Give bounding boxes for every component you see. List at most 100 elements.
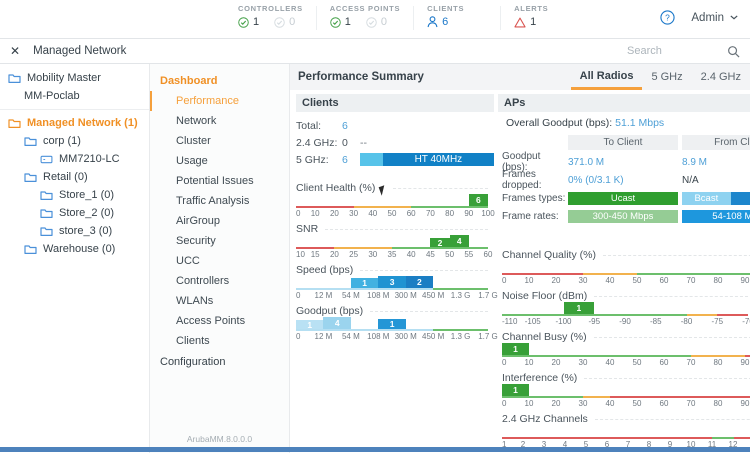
axis-segment xyxy=(296,329,433,331)
svg-text:?: ? xyxy=(666,13,671,23)
total-value: 6 xyxy=(342,120,360,132)
menu-item-controllers[interactable]: Controllers xyxy=(150,271,289,291)
title-leader-line xyxy=(603,255,750,256)
tick-label: 35 xyxy=(388,250,397,259)
folder-icon xyxy=(40,190,53,201)
tree-item-store-1-0[interactable]: Store_1 (0) xyxy=(0,186,149,204)
stat-value: 0 xyxy=(381,16,387,28)
tree-item-corp-1[interactable]: corp (1) xyxy=(0,132,149,150)
search-icon[interactable] xyxy=(727,45,740,58)
chart-title-text: Client Health (%) xyxy=(296,182,375,194)
menu-section-configuration[interactable]: Configuration xyxy=(150,352,289,372)
chart-axis-line xyxy=(502,273,750,275)
stat-alerts[interactable]: ALERTS1 xyxy=(514,4,574,28)
tree-item-mobility-master[interactable]: Mobility Master xyxy=(0,69,149,87)
tick-label: 10 xyxy=(525,358,534,367)
menu-item-usage[interactable]: Usage xyxy=(150,151,289,171)
menu-item-potential-issues[interactable]: Potential Issues xyxy=(150,171,289,191)
menu-item-cluster[interactable]: Cluster xyxy=(150,131,289,151)
stat-access-points[interactable]: ACCESS POINTS10 xyxy=(330,4,400,28)
tick-label: 0 xyxy=(296,291,300,300)
tick-label: 15 xyxy=(311,250,320,259)
tick-label: -95 xyxy=(588,317,600,326)
table-cell: Ucast xyxy=(568,192,678,205)
main-header: Performance Summary All Radios5 GHz2.4 G… xyxy=(290,64,750,90)
clients-panel: Clients Total: 6 2.4 GHz: 0 -- 5 GHz: 6 … xyxy=(290,94,498,453)
tree-item-warehouse-0[interactable]: Warehouse (0) xyxy=(0,240,149,258)
axis-segment xyxy=(502,314,687,316)
tick-label: 10 xyxy=(311,209,320,218)
stat-item-alert: 1 xyxy=(514,16,536,28)
axis-segment xyxy=(502,396,583,398)
tick-label: -75 xyxy=(711,317,723,326)
axis-segment xyxy=(502,273,583,275)
stat-values: 10 xyxy=(330,16,400,28)
aps-panel-title: APs xyxy=(498,94,750,112)
table-cell: N/A xyxy=(682,175,750,186)
menu-item-network[interactable]: Network xyxy=(150,111,289,131)
menu-item-access-points[interactable]: Access Points xyxy=(150,311,289,331)
tree-item-store-2-0[interactable]: Store_2 (0) xyxy=(0,204,149,222)
tree-item-managed-network-1[interactable]: Managed Network (1) xyxy=(0,114,149,132)
axis-segment xyxy=(433,329,488,331)
total-label: Total: xyxy=(296,120,342,132)
menu-item-wlans[interactable]: WLANs xyxy=(150,291,289,311)
close-icon[interactable]: ✕ xyxy=(10,44,20,58)
tree-item-label: store_3 (0) xyxy=(59,225,112,237)
chart-ticks: 012 M54 M108 M300 M450 M1.3 G1.7 G xyxy=(296,332,488,341)
chart-channel-busy: Channel Busy (%)10102030405060708090100 xyxy=(502,331,750,367)
axis-segment xyxy=(411,206,488,208)
menu-item-ucc[interactable]: UCC xyxy=(150,251,289,271)
tree-item-store-3-0[interactable]: store_3 (0) xyxy=(0,222,149,240)
tick-label: 80 xyxy=(714,399,723,408)
bar-segment-54-108-mbps: 54-108 Mbps xyxy=(682,210,750,223)
tab-2-4-ghz[interactable]: 2.4 GHz xyxy=(692,64,750,90)
tick-label: 1.7 G xyxy=(478,291,498,300)
histogram-bar: 1 xyxy=(378,319,405,329)
tree-item-label: Warehouse (0) xyxy=(43,243,115,255)
menu-section-dashboard[interactable]: Dashboard xyxy=(150,71,289,91)
chart-ticks: 0102030405060708090100 xyxy=(502,358,750,367)
user-menu[interactable]: Admin xyxy=(691,12,738,24)
histogram-bar: 2 xyxy=(406,276,433,288)
tick-label: 40 xyxy=(407,250,416,259)
down-circle-icon xyxy=(366,17,377,28)
tick-label: -80 xyxy=(681,317,693,326)
stat-item-up: 1 xyxy=(238,16,259,28)
menu-item-airgroup[interactable]: AirGroup xyxy=(150,211,289,231)
menu-item-traffic-analysis[interactable]: Traffic Analysis xyxy=(150,191,289,211)
page-title: Performance Summary xyxy=(298,71,424,83)
tick-label: 30 xyxy=(579,358,588,367)
bar-segment-300-450-mbps: 300-450 Mbps xyxy=(568,210,678,223)
chart-noise-floor: Noise Floor (dBm)1-110-105-100-95-90-85-… xyxy=(502,290,748,326)
tab-5-ghz[interactable]: 5 GHz xyxy=(642,64,691,90)
help-icon[interactable]: ? xyxy=(660,10,675,25)
tick-label: 450 M xyxy=(422,291,444,300)
tick-label: 0 xyxy=(296,332,300,341)
tab-all-radios[interactable]: All Radios xyxy=(571,64,643,90)
tick-label: 0 xyxy=(502,399,506,408)
tick-label: 40 xyxy=(368,209,377,218)
table-cell: 300-450 Mbps xyxy=(568,210,678,223)
tick-label: -85 xyxy=(650,317,662,326)
tree-item-mm-poclab[interactable]: MM-Poclab xyxy=(0,87,149,105)
tree-item-retail-0[interactable]: Retail (0) xyxy=(0,168,149,186)
chart-title: Channel Busy (%) xyxy=(502,331,750,343)
chart-bars xyxy=(502,425,750,437)
tree-item-label: Store_1 (0) xyxy=(59,189,114,201)
stat-controllers[interactable]: CONTROLLERS10 xyxy=(238,4,303,28)
stat-clients[interactable]: CLIENTS6 xyxy=(427,4,487,28)
menu-item-clients[interactable]: Clients xyxy=(150,331,289,351)
tree-item-mm7210-lc[interactable]: MM7210-LC xyxy=(0,150,149,168)
tree-item-label: Managed Network (1) xyxy=(27,117,138,129)
stat-values: 1 xyxy=(514,16,574,28)
menu-item-performance[interactable]: Performance xyxy=(150,91,289,111)
menu-item-security[interactable]: Security xyxy=(150,231,289,251)
tick-label: -90 xyxy=(619,317,631,326)
search-input[interactable] xyxy=(625,44,721,58)
title-leader-line xyxy=(393,188,488,189)
axis-segment xyxy=(745,355,750,357)
chart-axis-line xyxy=(296,329,488,331)
histogram-bar: 3 xyxy=(378,276,405,288)
tick-label: 90 xyxy=(741,399,750,408)
